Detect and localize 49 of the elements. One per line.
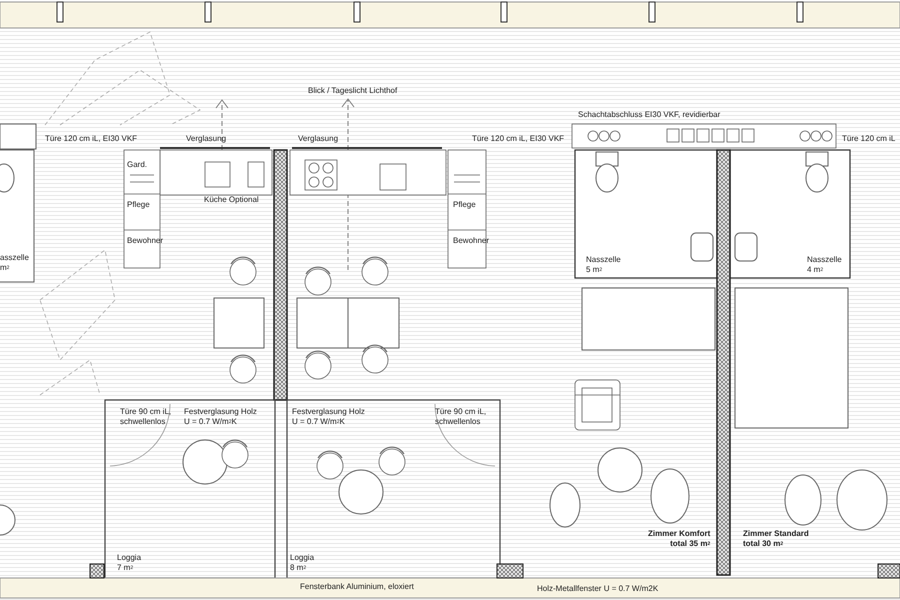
chair-drawing [304,266,332,296]
wall-column [496,564,524,578]
plan-annotation: Schachtabschluss EI30 VKF, revidierbar [578,110,720,120]
toilet-drawing [596,152,618,192]
toilet-drawing [806,152,828,192]
chair-drawing [362,344,388,374]
chair-drawing [378,446,406,476]
plan-annotation: Küche Optional [204,195,259,206]
chair-drawing [362,256,388,286]
armchair-drawing [598,448,642,492]
chair-drawing [230,256,256,286]
plan-annotation: Verglasung [186,134,226,144]
window-mullion [56,2,64,22]
round-table [182,440,228,484]
window-mullion [796,2,804,22]
plan-annotation: Türe 120 cm iL, EI30 VKF [472,134,564,144]
armchair-drawing [0,504,16,536]
door-swing-arc [110,404,170,466]
door-swing-arc [434,404,496,466]
chair-drawing [304,350,332,380]
washbasin [690,232,714,262]
round-table [338,470,384,514]
plan-annotation: Gard. [127,160,148,170]
plan-annotation: Blick / Tageslicht Lichthof [308,86,398,96]
window-mullion [500,2,508,22]
chair-drawing [230,354,256,384]
plan-annotation: Bewohner [453,236,490,246]
wall-column [90,564,104,578]
plan-annotation: Pflege [127,200,150,210]
plan-annotation: Verglasung [298,134,338,144]
plan-annotation: Türe 90 cm iL, schwellenlos [120,407,172,428]
plan-annotation: Bewohner [127,236,164,246]
armchair-drawing [550,482,580,528]
plan-annotation: Fensterbank Aluminium, eloxiert [300,582,414,592]
plan-annotation: Holz-Metallfenster U = 0.7 W/m2K [537,584,658,594]
plan-annotation: Türe 120 cm iL, EI30 VKF [45,134,138,144]
window-mullion [648,2,656,22]
armchair-drawing [836,470,888,530]
window-mullion [204,2,212,22]
armchair-drawing [650,468,690,524]
window-mullion [354,2,360,22]
chair-drawing [222,440,248,468]
plan-annotation: Türe 120 cm iL [842,134,896,144]
plan-annotation: Türe 90 cm iL, schwellenlos [435,407,486,428]
armchair-drawing [784,474,822,526]
chair-drawing [316,450,344,480]
plan-annotation: Pflege [453,200,476,210]
dining-table [214,298,264,348]
washbasin [734,232,758,262]
